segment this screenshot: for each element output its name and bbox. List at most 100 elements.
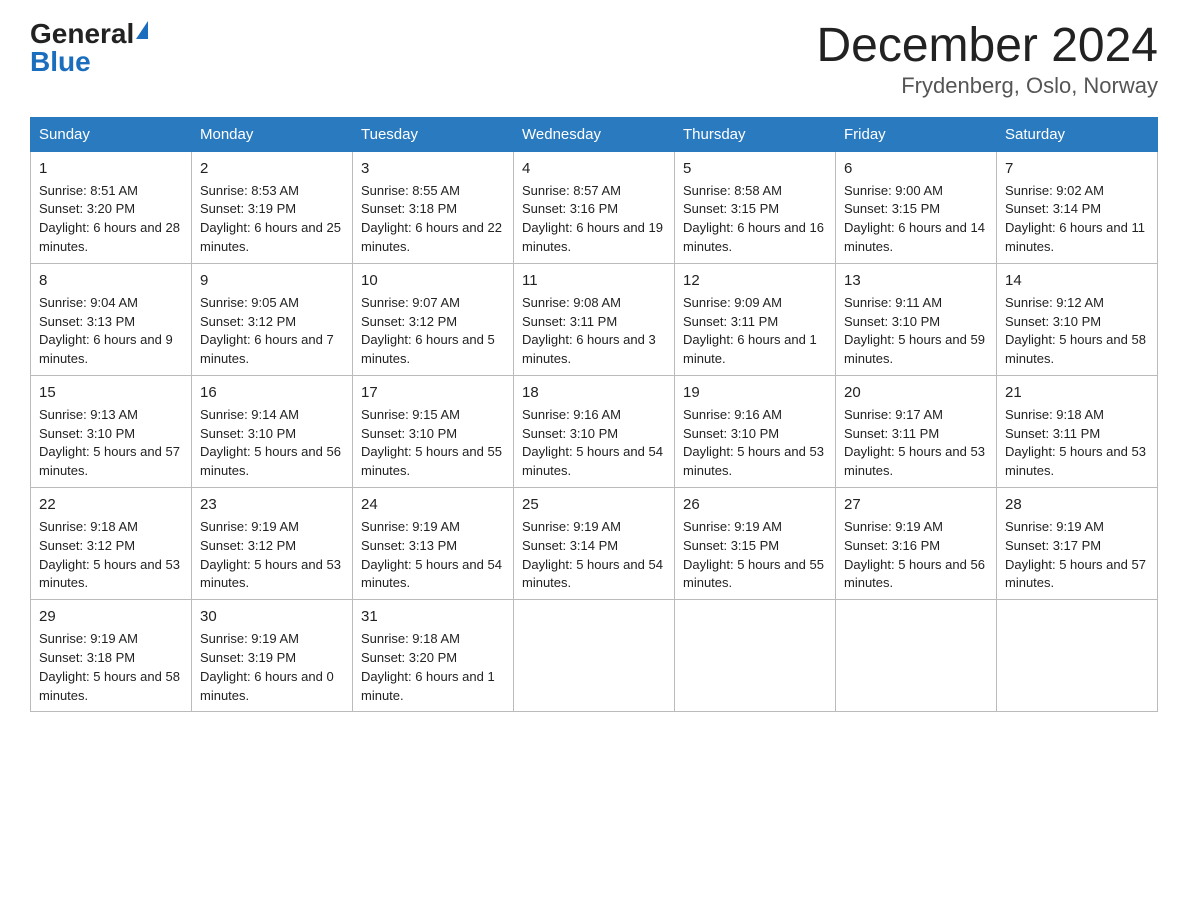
sunset-text: Sunset: 3:12 PM: [200, 538, 296, 553]
day-number: 7: [1005, 158, 1149, 180]
sunset-text: Sunset: 3:18 PM: [39, 650, 135, 665]
sunrise-text: Sunrise: 9:14 AM: [200, 407, 299, 422]
header-saturday: Saturday: [997, 117, 1158, 151]
sunset-text: Sunset: 3:10 PM: [1005, 314, 1101, 329]
daylight-text: Daylight: 5 hours and 53 minutes.: [1005, 444, 1146, 478]
logo-general-text: General: [30, 20, 134, 48]
table-row: 7Sunrise: 9:02 AMSunset: 3:14 PMDaylight…: [997, 151, 1158, 263]
sunrise-text: Sunrise: 9:18 AM: [39, 519, 138, 534]
table-row: 12Sunrise: 9:09 AMSunset: 3:11 PMDayligh…: [675, 263, 836, 375]
table-row: 1Sunrise: 8:51 AMSunset: 3:20 PMDaylight…: [31, 151, 192, 263]
sunset-text: Sunset: 3:19 PM: [200, 201, 296, 216]
table-row: 3Sunrise: 8:55 AMSunset: 3:18 PMDaylight…: [353, 151, 514, 263]
day-number: 23: [200, 494, 344, 516]
sunrise-text: Sunrise: 9:19 AM: [361, 519, 460, 534]
sunset-text: Sunset: 3:11 PM: [522, 314, 617, 329]
day-number: 28: [1005, 494, 1149, 516]
table-row: 27Sunrise: 9:19 AMSunset: 3:16 PMDayligh…: [836, 488, 997, 600]
day-number: 16: [200, 382, 344, 404]
sunset-text: Sunset: 3:20 PM: [361, 650, 457, 665]
sunrise-text: Sunrise: 8:58 AM: [683, 183, 782, 198]
daylight-text: Daylight: 5 hours and 59 minutes.: [844, 332, 985, 366]
day-number: 5: [683, 158, 827, 180]
sunset-text: Sunset: 3:15 PM: [844, 201, 940, 216]
table-row: 24 Sunrise: 9:19 AM Sunset: 3:13 PM Dayligh…: [353, 488, 514, 600]
daylight-text: Daylight: 6 hours and 22 minutes.: [361, 220, 502, 254]
table-row: 19Sunrise: 9:16 AMSunset: 3:10 PMDayligh…: [675, 376, 836, 488]
day-number: 24: [361, 494, 505, 516]
daylight-text: Daylight: 6 hours and 0 minutes.: [200, 669, 334, 703]
table-row: 20Sunrise: 9:17 AMSunset: 3:11 PMDayligh…: [836, 376, 997, 488]
day-number: 25: [522, 494, 666, 516]
daylight-text: Daylight: 6 hours and 3 minutes.: [522, 332, 656, 366]
sunrise-text: Sunrise: 9:13 AM: [39, 407, 138, 422]
sunrise-text: Sunrise: 9:19 AM: [39, 631, 138, 646]
day-number: 31: [361, 606, 505, 628]
sunset-text: Sunset: 3:13 PM: [39, 314, 135, 329]
daylight-text: Daylight: 6 hours and 9 minutes.: [39, 332, 173, 366]
sunset-text: Sunset: 3:17 PM: [1005, 538, 1101, 553]
day-number: 13: [844, 270, 988, 292]
table-row: 22Sunrise: 9:18 AMSunset: 3:12 PMDayligh…: [31, 488, 192, 600]
sunrise-text: Sunrise: 9:09 AM: [683, 295, 782, 310]
table-row: 11Sunrise: 9:08 AMSunset: 3:11 PMDayligh…: [514, 263, 675, 375]
page-title: December 2024: [816, 20, 1158, 73]
day-number: 15: [39, 382, 183, 404]
sunset-text: Sunset: 3:13 PM: [361, 538, 457, 553]
sunrise-text: Sunrise: 9:02 AM: [1005, 183, 1104, 198]
sunset-text: Sunset: 3:10 PM: [200, 426, 296, 441]
daylight-text: Daylight: 5 hours and 53 minutes.: [200, 557, 341, 591]
daylight-text: Daylight: 5 hours and 58 minutes.: [1005, 332, 1146, 366]
sunrise-text: Sunrise: 9:19 AM: [844, 519, 943, 534]
header-thursday: Thursday: [675, 117, 836, 151]
day-number: 11: [522, 270, 666, 292]
sunrise-text: Sunrise: 9:17 AM: [844, 407, 943, 422]
sunset-text: Sunset: 3:15 PM: [683, 201, 779, 216]
sunrise-text: Sunrise: 9:19 AM: [522, 519, 621, 534]
daylight-text: Daylight: 5 hours and 55 minutes.: [361, 444, 502, 478]
sunset-text: Sunset: 3:10 PM: [39, 426, 135, 441]
table-row: [836, 600, 997, 712]
daylight-text: Daylight: 5 hours and 55 minutes.: [683, 557, 824, 591]
day-number: 18: [522, 382, 666, 404]
sunset-text: Sunset: 3:10 PM: [683, 426, 779, 441]
sunset-text: Sunset: 3:10 PM: [844, 314, 940, 329]
table-row: 21Sunrise: 9:18 AMSunset: 3:11 PMDayligh…: [997, 376, 1158, 488]
calendar-header: Sunday Monday Tuesday Wednesday Thursday…: [31, 117, 1158, 151]
table-row: 4Sunrise: 8:57 AMSunset: 3:16 PMDaylight…: [514, 151, 675, 263]
table-row: [997, 600, 1158, 712]
table-row: 8Sunrise: 9:04 AMSunset: 3:13 PMDaylight…: [31, 263, 192, 375]
sunset-text: Sunset: 3:16 PM: [844, 538, 940, 553]
header-friday: Friday: [836, 117, 997, 151]
daylight-text: Daylight: 5 hours and 53 minutes.: [39, 557, 180, 591]
table-row: 31Sunrise: 9:18 AMSunset: 3:20 PMDayligh…: [353, 600, 514, 712]
day-number: 21: [1005, 382, 1149, 404]
table-row: 9Sunrise: 9:05 AMSunset: 3:12 PMDaylight…: [192, 263, 353, 375]
day-number: 22: [39, 494, 183, 516]
sunset-text: Sunset: 3:10 PM: [522, 426, 618, 441]
day-number: 27: [844, 494, 988, 516]
sunrise-text: Sunrise: 9:18 AM: [361, 631, 460, 646]
header-tuesday: Tuesday: [353, 117, 514, 151]
sunset-text: Sunset: 3:16 PM: [522, 201, 618, 216]
sunrise-text: Sunrise: 8:57 AM: [522, 183, 621, 198]
sunrise-text: Sunrise: 8:55 AM: [361, 183, 460, 198]
sunrise-text: Sunrise: 9:07 AM: [361, 295, 460, 310]
daylight-text: Daylight: 5 hours and 53 minutes.: [683, 444, 824, 478]
day-number: 8: [39, 270, 183, 292]
sunset-text: Sunset: 3:15 PM: [683, 538, 779, 553]
table-row: 30Sunrise: 9:19 AMSunset: 3:19 PMDayligh…: [192, 600, 353, 712]
daylight-text: Daylight: 6 hours and 19 minutes.: [522, 220, 663, 254]
table-row: [675, 600, 836, 712]
sunrise-text: Sunrise: 9:16 AM: [522, 407, 621, 422]
table-row: [514, 600, 675, 712]
daylight-text: Daylight: 5 hours and 54 minutes.: [522, 557, 663, 591]
page-header: General Blue December 2024 Frydenberg, O…: [30, 20, 1158, 99]
daylight-text: Daylight: 5 hours and 54 minutes.: [361, 557, 502, 591]
logo-blue-text: Blue: [30, 48, 91, 76]
day-number: 10: [361, 270, 505, 292]
table-row: 23Sunrise: 9:19 AMSunset: 3:12 PMDayligh…: [192, 488, 353, 600]
day-number: 17: [361, 382, 505, 404]
sunrise-text: Sunrise: 9:05 AM: [200, 295, 299, 310]
table-row: 18Sunrise: 9:16 AMSunset: 3:10 PMDayligh…: [514, 376, 675, 488]
